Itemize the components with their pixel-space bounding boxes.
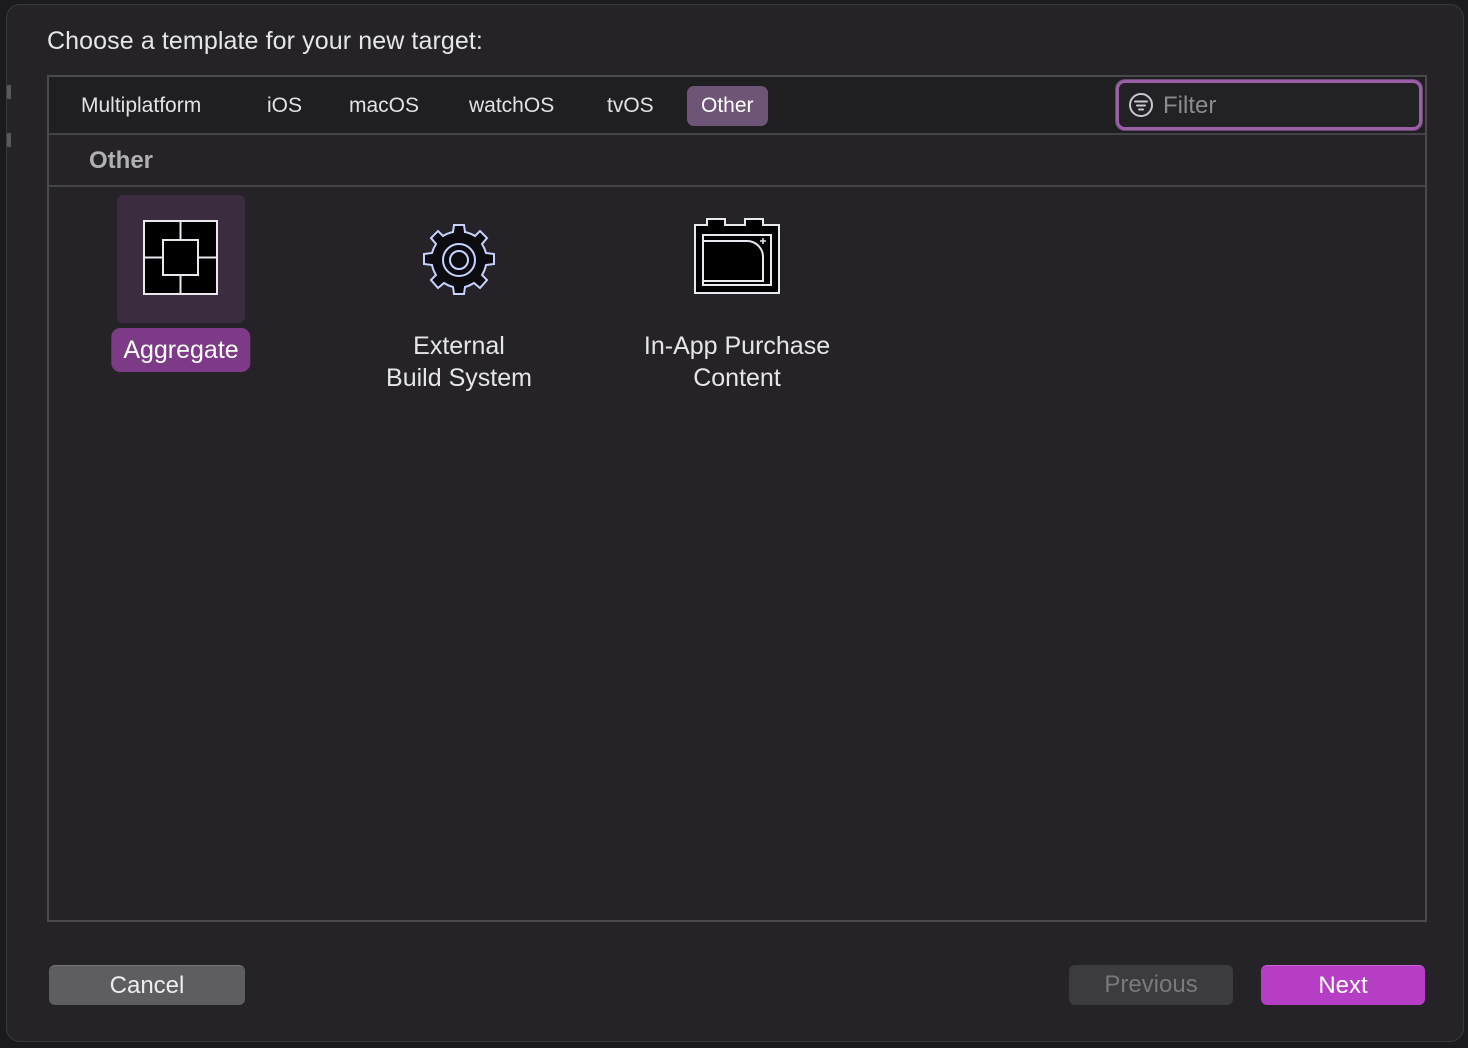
template-tile[interactable] [395,195,523,323]
gear-icon [423,224,495,295]
template-label: External Build System [386,332,532,392]
cancel-button[interactable]: Cancel [49,965,245,1005]
template-tile[interactable] [117,195,245,323]
new-target-dialog: Choose a template for your new target: M… [6,4,1464,1042]
dialog-prompt: Choose a template for your new target: [47,27,483,55]
filter-icon [1129,93,1153,117]
section-title: Other [89,147,154,174]
platform-tab-bar: Multiplatform iOS macOS watchOS tvOS Oth… [49,77,1425,135]
previous-button[interactable]: Previous [1069,965,1233,1005]
tab-multiplatform[interactable]: Multiplatform [67,86,215,126]
tab-watchos[interactable]: watchOS [455,86,568,126]
filter-input[interactable] [1161,89,1415,123]
section-header: Other [49,135,1425,187]
in-app-purchase-icon [694,218,780,294]
template-panel: Multiplatform iOS macOS watchOS tvOS Oth… [47,75,1427,922]
filter-field[interactable] [1116,80,1422,130]
tab-other[interactable]: Other [687,86,768,126]
tab-macos[interactable]: macOS [335,86,433,126]
aggregate-icon [143,220,218,295]
template-label: Aggregate [111,328,251,372]
template-tile[interactable] [673,195,801,323]
template-label: In-App Purchase Content [643,332,831,392]
window-edge-mark [7,133,11,147]
next-button[interactable]: Next [1261,965,1425,1005]
tab-ios[interactable]: iOS [253,86,316,126]
tab-tvos[interactable]: tvOS [593,86,668,126]
window-edge-mark [7,85,11,99]
